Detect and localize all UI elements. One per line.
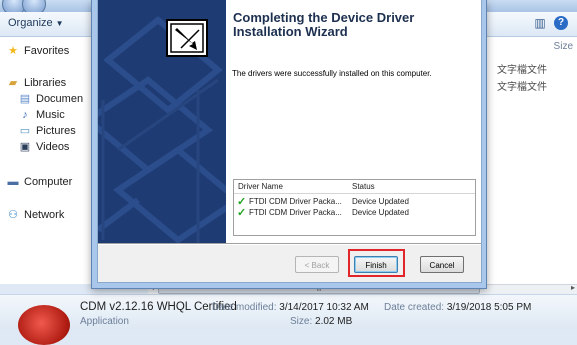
nav-label-computer: Computer (24, 176, 73, 188)
picture-icon: ▭ (19, 125, 31, 137)
column-header-driver-name[interactable]: Driver Name (238, 182, 283, 191)
date-modified-value: 3/14/2017 10:32 AM (279, 302, 369, 313)
chevron-down-icon: ▼ (55, 19, 64, 28)
scroll-right-icon[interactable]: ▸ (571, 283, 575, 292)
nav-item-network[interactable]: ⚇ Network (6, 207, 64, 223)
driver-status: Device Updated (352, 197, 409, 206)
date-modified: Date modified: 3/14/2017 10:32 AM (212, 302, 369, 313)
video-icon: ▣ (19, 141, 31, 153)
organize-menu[interactable]: Organize ▼ (8, 17, 64, 29)
details-pane: CDM v2.12.16 WHQL Certified Application … (0, 294, 577, 345)
nav-item-pictures[interactable]: ▭ Pictures (18, 123, 76, 139)
file-type-fragment: 文字檔文件 (497, 65, 547, 76)
navigation-pane: ★ Favorites ▰ Libraries ▤ Documen ♪ Music ▭ P… (0, 37, 95, 284)
column-header-status[interactable]: Status (352, 182, 375, 191)
nav-label-documents: Documen (36, 93, 84, 105)
back-button[interactable]: < Back (295, 256, 339, 273)
computer-icon: ▬ (7, 176, 19, 188)
nav-label-music: Music (36, 109, 65, 121)
view-toggle-icon[interactable]: ▥ (532, 16, 548, 30)
document-icon: ▤ (19, 93, 31, 105)
date-modified-label: Date modified: (212, 302, 277, 313)
nav-label-videos: Videos (36, 141, 70, 153)
size-column-header[interactable]: Size (554, 41, 573, 52)
nav-item-music[interactable]: ♪ Music (18, 107, 65, 123)
nav-item-documents[interactable]: ▤ Documen (18, 91, 83, 107)
nav-label-favorites: Favorites (24, 45, 70, 57)
library-icon: ▰ (8, 77, 18, 89)
wizard-body: Completing the Device Driver Installatio… (97, 0, 482, 283)
nav-label-network: Network (24, 209, 65, 221)
wizard-banner (98, 0, 226, 243)
banner-graphic (98, 0, 226, 243)
driver-status: Device Updated (352, 208, 409, 217)
driver-wizard-dialog: Completing the Device Driver Installatio… (91, 0, 487, 289)
nav-item-libraries[interactable]: ▰ Libraries (6, 75, 66, 91)
driver-row[interactable]: ✓ FTDI CDM Driver Packa... Device Update… (234, 196, 475, 208)
date-created: Date created: 3/19/2018 5:05 PM (384, 302, 531, 313)
cancel-button[interactable]: Cancel (420, 256, 464, 273)
nav-label-libraries: Libraries (24, 77, 67, 89)
usb-device-icon (166, 19, 208, 57)
date-created-value: 3/19/2018 5:05 PM (446, 302, 532, 313)
finish-highlight-box (348, 249, 405, 277)
nav-item-computer[interactable]: ▬ Computer (6, 174, 73, 190)
button-separator (98, 243, 481, 245)
file-size-value: 2.02 MB (315, 316, 353, 327)
file-size-label: Size: (290, 316, 313, 327)
nav-label-pictures: Pictures (36, 125, 76, 137)
driver-name: FTDI CDM Driver Packa... (249, 208, 342, 217)
driver-name: FTDI CDM Driver Packa... (249, 197, 342, 206)
nav-item-favorites[interactable]: ★ Favorites (6, 43, 69, 59)
driver-list-header: Driver Name Status (234, 180, 475, 194)
driver-row[interactable]: ✓ FTDI CDM Driver Packa... Device Update… (234, 207, 475, 219)
help-icon[interactable]: ? (554, 16, 568, 30)
wizard-content: Completing the Device Driver Installatio… (226, 0, 481, 243)
nav-item-videos[interactable]: ▣ Videos (18, 139, 70, 155)
wizard-title: Completing the Device Driver Installatio… (233, 10, 415, 39)
wizard-message: The drivers were successfully installed … (232, 69, 432, 78)
driver-list: Driver Name Status ✓ FTDI CDM Driver Pac… (233, 179, 476, 236)
file-type-fragment: 文字檔文件 (497, 82, 547, 93)
organize-label: Organize (8, 17, 53, 29)
selected-file-type: Application (80, 316, 129, 327)
check-icon: ✓ (237, 207, 247, 219)
network-icon: ⚇ (8, 209, 18, 221)
date-created-label: Date created: (384, 302, 445, 313)
application-icon (18, 305, 70, 345)
music-icon: ♪ (22, 109, 28, 121)
star-icon: ★ (8, 45, 18, 57)
file-size: Size: 2.02 MB (290, 316, 352, 327)
